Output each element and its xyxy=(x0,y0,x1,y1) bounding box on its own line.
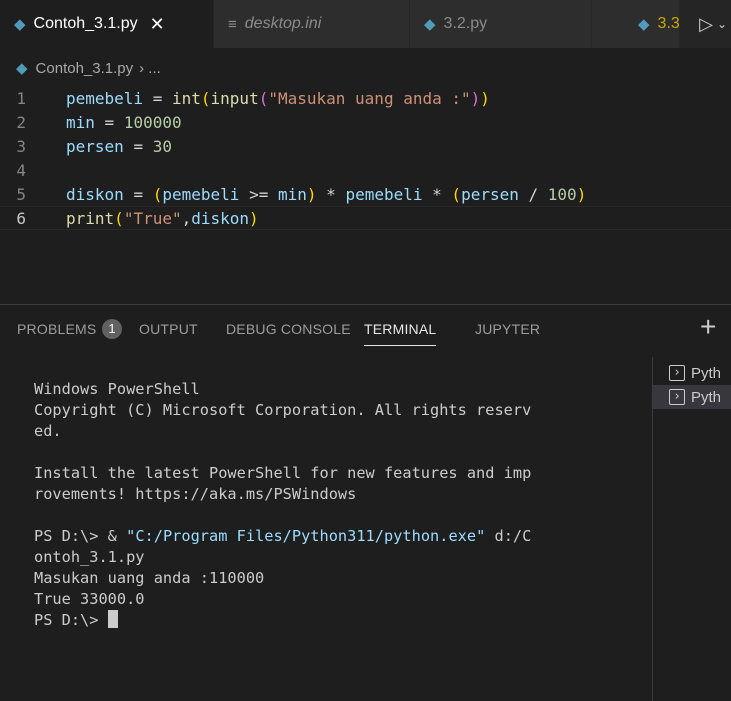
terminal-line: Masukan uang anda :110000 xyxy=(34,569,265,587)
tab-output[interactable]: OUTPUT xyxy=(139,321,198,337)
tab-desktop-ini[interactable]: ≡ desktop.ini xyxy=(214,0,410,48)
play-icon[interactable]: ▷ xyxy=(699,14,713,35)
command-arg: d:/C xyxy=(485,527,532,545)
final-prompt: PS D:\> xyxy=(34,611,108,629)
code-text: min = 100000 xyxy=(66,112,182,132)
command-prompt: PS D:\> & xyxy=(34,527,127,545)
tab-label: Contoh_3.1.py xyxy=(33,15,138,32)
terminal-list-item[interactable]: › Pyth xyxy=(653,361,731,385)
panel-tabs: PROBLEMS 1 OUTPUT DEBUG CONSOLE TERMINAL… xyxy=(0,305,731,355)
terminal-line: ed. xyxy=(34,422,62,440)
bottom-panel: PROBLEMS 1 OUTPUT DEBUG CONSOLE TERMINAL… xyxy=(0,304,731,701)
code-line: 5 diskon = (pemebeli >= min) * pemebeli … xyxy=(0,182,731,206)
terminal-line: Install the latest PowerShell for new fe… xyxy=(34,464,532,482)
breadcrumb: ◆ Contoh_3.1.py › ... xyxy=(16,56,161,80)
tab-label: 3.3.py xyxy=(657,15,680,32)
tab-terminal[interactable]: TERMINAL xyxy=(364,321,437,346)
terminal-line: Windows PowerShell xyxy=(34,380,200,398)
new-terminal-plus-icon[interactable]: + xyxy=(700,311,716,343)
terminal-line: True 33000.0 xyxy=(34,590,145,608)
terminal-prompt-line: PS D:\> xyxy=(34,610,619,631)
code-line: 4 xyxy=(0,158,731,182)
code-text: diskon = (pemebeli >= min) * pemebeli * … xyxy=(66,184,587,204)
terminal-icon: › xyxy=(669,389,685,405)
code-line-current: 6 print("True",diskon) xyxy=(0,206,731,230)
code-line: 1 pemebeli = int(input("Masukan uang and… xyxy=(0,86,731,110)
command-path: "C:/Program Files/Python311/python.exe" xyxy=(126,527,486,545)
breadcrumb-file[interactable]: Contoh_3.1.py xyxy=(36,60,134,77)
code-line: 2 min = 100000 xyxy=(0,110,731,134)
code-text: persen = 30 xyxy=(66,136,172,156)
terminal-line: ontoh_3.1.py xyxy=(34,548,145,566)
terminal-icon: › xyxy=(669,365,685,381)
line-number: 5 xyxy=(16,184,26,204)
run-controls: ▷ ⌄ xyxy=(695,0,731,48)
terminal-item-label: Pyth xyxy=(691,388,722,406)
tab-problems[interactable]: PROBLEMS xyxy=(17,321,96,337)
code-editor[interactable]: 1 pemebeli = int(input("Masukan uang and… xyxy=(0,86,731,298)
code-line: 3 persen = 30 xyxy=(0,134,731,158)
python-file-icon: ◆ xyxy=(16,60,28,77)
editor-tab-bar: ◆ Contoh_3.1.py ✕ ≡ desktop.ini ◆ 3.2.py… xyxy=(0,0,731,48)
terminal-line: Copyright (C) Microsoft Corporation. All… xyxy=(34,401,532,419)
tab-3-3[interactable]: ◆ 3.3.py xyxy=(592,0,680,48)
problems-count-badge: 1 xyxy=(102,319,122,339)
terminal-command-line: PS D:\> & "C:/Program Files/Python311/py… xyxy=(34,526,619,547)
code-text: print("True",diskon) xyxy=(66,208,259,228)
tab-label: 3.2.py xyxy=(443,15,488,32)
line-number: 1 xyxy=(16,88,26,108)
chevron-down-icon[interactable]: ⌄ xyxy=(717,17,727,31)
line-number: 4 xyxy=(16,160,26,180)
terminal-item-label: Pyth xyxy=(691,364,722,382)
line-number: 3 xyxy=(16,136,26,156)
terminal-cursor xyxy=(107,610,118,628)
python-file-icon: ◆ xyxy=(14,16,26,33)
tab-label: desktop.ini xyxy=(244,15,322,32)
code-text: pemebeli = int(input("Masukan uang anda … xyxy=(66,88,490,108)
tab-jupyter[interactable]: JUPYTER xyxy=(475,321,540,337)
python-file-icon: ◆ xyxy=(638,16,650,33)
terminal-line: rovements! https://aka.ms/PSWindows xyxy=(34,485,357,503)
terminal-output[interactable]: Windows PowerShell Copyright (C) Microsof… xyxy=(34,379,619,631)
terminal-list: › Pyth › Pyth xyxy=(653,361,731,409)
python-file-icon: ◆ xyxy=(424,16,436,33)
terminal-list-item-active[interactable]: › Pyth xyxy=(653,385,731,409)
line-number: 6 xyxy=(16,208,26,228)
tab-contoh-3-1[interactable]: ◆ Contoh_3.1.py ✕ xyxy=(0,0,214,48)
tab-3-2[interactable]: ◆ 3.2.py xyxy=(410,0,592,48)
list-file-icon: ≡ xyxy=(228,15,237,33)
line-number: 2 xyxy=(16,112,26,132)
close-icon[interactable]: ✕ xyxy=(150,14,165,35)
breadcrumb-rest[interactable]: › ... xyxy=(139,60,161,77)
tab-debug-console[interactable]: DEBUG CONSOLE xyxy=(226,321,351,337)
